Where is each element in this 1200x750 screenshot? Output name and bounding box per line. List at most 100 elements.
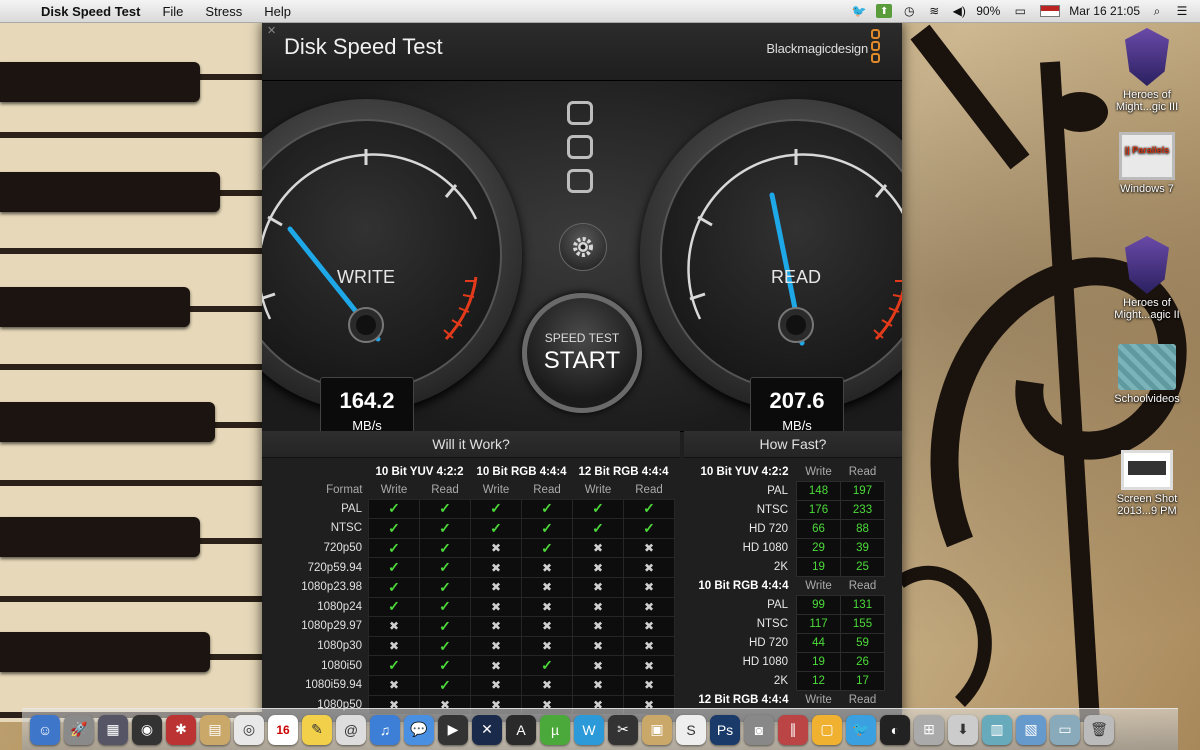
cross-icon: ✖	[490, 560, 502, 575]
menu-app-name[interactable]: Disk Speed Test	[30, 4, 151, 19]
stacks-icon[interactable]: ⊞	[914, 714, 944, 745]
format-name: 720p59.94	[307, 561, 362, 574]
chrome-icon[interactable]: ◎	[234, 714, 264, 745]
menu-help[interactable]: Help	[253, 4, 302, 19]
downloads-icon[interactable]: ⬇	[948, 714, 978, 745]
calendar-icon[interactable]: 16	[268, 714, 298, 745]
battery-icon[interactable]: ▭	[1009, 4, 1031, 18]
result-cell: ✖	[572, 596, 624, 618]
cross-icon: ✖	[643, 619, 655, 634]
read-fps-value: 155	[840, 614, 885, 634]
facetime-icon[interactable]: ▶	[438, 714, 468, 745]
result-cell: ✓	[521, 518, 573, 539]
cross-icon: ✖	[541, 678, 553, 693]
check-icon: ✓	[388, 657, 400, 674]
resolution-label: HD 720	[749, 637, 788, 649]
messages-icon[interactable]: 💬	[404, 714, 434, 745]
word-icon[interactable]: W	[574, 714, 604, 745]
contacts-icon[interactable]: @	[336, 714, 366, 745]
clock[interactable]: Mar 16 21:05	[1069, 4, 1140, 18]
result-cell: ✖	[623, 557, 675, 578]
write-fps-value: 12	[796, 671, 841, 691]
result-cell: ✓	[572, 518, 624, 539]
check-icon: ✓	[643, 519, 655, 536]
check-icon: ✓	[541, 539, 553, 556]
resolution-label: HD 1080	[742, 656, 788, 668]
result-cell: ✖	[572, 674, 624, 696]
table-row: HD 720 66 88	[694, 519, 885, 539]
desktop-icon-heroes-2[interactable]: Heroes of Might...agic II	[1102, 236, 1192, 321]
menu-stress[interactable]: Stress	[194, 4, 253, 19]
twitter-dock-icon[interactable]: 🐦	[846, 714, 876, 745]
x11-icon[interactable]: ✕	[472, 714, 502, 745]
photoshop-icon[interactable]: Ps	[710, 714, 740, 745]
folder-app-icon[interactable]: ▢	[812, 714, 842, 745]
volume-icon[interactable]: ◀)	[951, 4, 967, 18]
read-fps-value: 17	[840, 671, 885, 691]
desktop-icon-heroes-3[interactable]: Heroes of Might...gic III	[1102, 28, 1192, 113]
result-cell: ✓	[521, 655, 573, 676]
result-cell: ✓	[368, 596, 420, 618]
time-machine-icon[interactable]: ◷	[901, 4, 917, 18]
speed-test-start-button[interactable]: SPEED TEST START	[522, 293, 642, 413]
window-titlebar: ✕ Disk Speed Test Blackmagicdesign	[262, 22, 902, 81]
result-cell: ✖	[623, 655, 675, 676]
result-cell: ✖	[470, 596, 522, 618]
write-fps-value: 44	[796, 633, 841, 653]
app-status-icon[interactable]: ⬆	[876, 4, 893, 18]
launchpad-icon[interactable]: 🚀	[64, 714, 94, 745]
wifi-icon[interactable]: ≋	[926, 4, 942, 18]
check-icon: ✓	[490, 519, 502, 536]
camera-icon[interactable]: ◙	[744, 714, 774, 745]
cross-icon: ✖	[490, 619, 502, 634]
close-icon[interactable]: ✕	[267, 24, 276, 37]
desktop-icon-schoolvideos[interactable]: Schoolvideos	[1102, 344, 1192, 405]
archive-icon[interactable]: ▣	[642, 714, 672, 745]
spotlight-search-icon[interactable]: ⌕	[1149, 4, 1165, 18]
check-icon: ✓	[439, 598, 451, 615]
utorrent-icon[interactable]: µ	[540, 714, 570, 745]
dashboard-icon[interactable]: ◉	[132, 714, 162, 745]
table-row: NTSC ✓ ✓ ✓ ✓ ✓ ✓	[266, 518, 675, 539]
pictures-stack-icon[interactable]: ▧	[1016, 714, 1046, 745]
resolution-label: PAL	[767, 485, 788, 497]
gear-icon	[573, 237, 593, 257]
write-fps-value: 148	[796, 481, 841, 501]
result-cell: ✓	[368, 557, 420, 578]
write-column-header: Write	[805, 580, 832, 592]
battery-percentage[interactable]: 90%	[976, 4, 1000, 18]
table-row: 1080p24 ✓ ✓ ✖ ✖ ✖ ✖	[266, 596, 675, 618]
settings-gear-button[interactable]	[559, 223, 607, 271]
notes-icon[interactable]: ✎	[302, 714, 332, 745]
mission-control-icon[interactable]: ▦	[98, 714, 128, 745]
trash-icon[interactable]: 🗑	[1084, 714, 1114, 745]
check-icon: ✓	[592, 519, 604, 536]
preview-icon[interactable]: ▤	[200, 714, 230, 745]
check-icon: ✓	[592, 500, 604, 517]
app-icon-red[interactable]: ✱	[166, 714, 196, 745]
result-cell: ✓	[419, 655, 471, 676]
desktop-icon-label: Windows 7	[1120, 183, 1174, 195]
desktop-icon-label: Heroes of Might...gic III	[1115, 89, 1179, 113]
notification-center-icon[interactable]: ☰	[1174, 4, 1190, 18]
menu-file[interactable]: File	[151, 4, 194, 19]
app-store-icon[interactable]: A	[506, 714, 536, 745]
disk-speed-test-dock-icon[interactable]: ◐	[880, 714, 910, 745]
resolution-label: NTSC	[756, 504, 788, 516]
applications-folder-icon[interactable]: ▭	[1050, 714, 1080, 745]
twitter-icon[interactable]: 🐦	[851, 4, 867, 18]
desktop-icon-screenshot[interactable]: Screen Shot 2013...9 PM	[1102, 450, 1192, 517]
itunes-icon[interactable]: ♫	[370, 714, 400, 745]
result-cell: ✖	[623, 537, 675, 559]
skype-icon[interactable]: S	[676, 714, 706, 745]
flag-icon[interactable]	[1040, 5, 1061, 17]
parallels-dock-icon[interactable]: ∥	[778, 714, 808, 745]
desktop-icon-windows-7[interactable]: || Parallels Windows 7	[1102, 132, 1192, 195]
resolution-label: 2K	[773, 561, 788, 573]
finder-icon[interactable]: ☺	[30, 714, 60, 745]
tools-icon[interactable]: ✂	[608, 714, 638, 745]
screenshot-icon	[1121, 450, 1173, 490]
window-title: Disk Speed Test	[284, 34, 443, 59]
documents-stack-icon[interactable]: ▥	[982, 714, 1012, 745]
result-cell: ✓	[623, 518, 675, 539]
